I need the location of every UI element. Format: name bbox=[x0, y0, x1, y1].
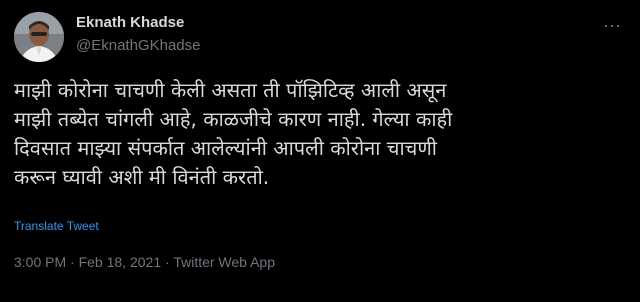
tweet-text-line: करून घ्यावी अशी मी विनंती करतो. bbox=[14, 165, 270, 189]
tweet-metadata: 3:00 PM · Feb 18, 2021 · Twitter Web App bbox=[14, 254, 275, 270]
separator-dot: · bbox=[66, 254, 79, 270]
more-dots-icon: ··· bbox=[603, 15, 621, 35]
tweet-text-line: माझी तब्येत चांगली आहे, काळजीचे कारण नाह… bbox=[14, 107, 453, 131]
tweet-card: Eknath Khadse @EknathGKhadse ··· माझी को… bbox=[0, 0, 640, 302]
more-options-button[interactable]: ··· bbox=[598, 14, 626, 36]
tweet-time[interactable]: 3:00 PM bbox=[14, 254, 66, 270]
avatar-image bbox=[14, 12, 64, 62]
tweet-text-line: माझी कोरोना चाचणी केली असता ती पॉझिटिव्ह… bbox=[14, 78, 447, 102]
author-handle[interactable]: @EknathGKhadse bbox=[76, 37, 200, 54]
avatar[interactable] bbox=[14, 12, 64, 62]
tweet-date[interactable]: Feb 18, 2021 bbox=[79, 254, 162, 270]
tweet-text: माझी कोरोना चाचणी केली असता ती पॉझिटिव्ह… bbox=[14, 76, 626, 192]
separator-dot: · bbox=[161, 254, 174, 270]
tweet-text-line: दिवसात माझ्या संपर्कात आलेल्यांनी आपली क… bbox=[14, 136, 437, 160]
author-name[interactable]: Eknath Khadse bbox=[76, 14, 184, 31]
tweet-source[interactable]: Twitter Web App bbox=[173, 254, 275, 270]
translate-tweet-link[interactable]: Translate Tweet bbox=[14, 219, 99, 233]
